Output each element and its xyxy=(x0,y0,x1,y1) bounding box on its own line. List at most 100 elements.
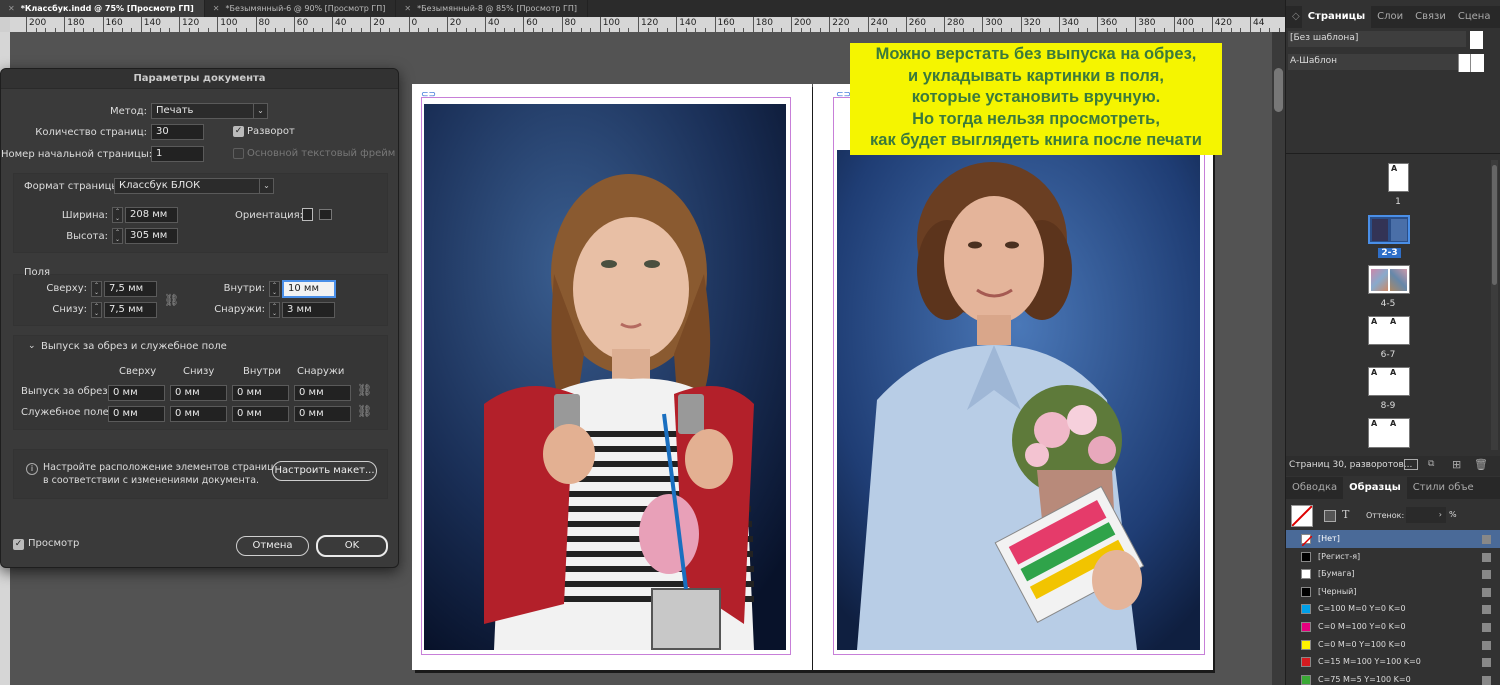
page-label-8-9[interactable]: 8-9 xyxy=(1368,401,1408,411)
slug-link-icon[interactable]: ⛓ xyxy=(357,404,372,418)
bleed-link-icon[interactable]: ⛓ xyxy=(357,383,372,397)
new-master-icon[interactable]: ⧉ xyxy=(1428,459,1434,469)
margin-top-stepper[interactable]: ⌃ ⌄ xyxy=(91,281,102,297)
link-icon[interactable]: ⊂⊃ xyxy=(421,90,436,100)
method-select[interactable]: Печать ⌄ xyxy=(151,103,268,119)
swatch-row[interactable]: [Регист-я] xyxy=(1286,548,1500,566)
text-format-icon[interactable]: T xyxy=(1342,508,1349,521)
swatch-row[interactable]: [Нет] xyxy=(1286,530,1500,548)
height-field[interactable]: 305 мм xyxy=(125,228,178,244)
height-stepper[interactable]: ⌃ ⌄ xyxy=(112,228,123,244)
tab-untitled-6[interactable]: ✕ *Безымянный-6 @ 90% [Просмотр ГП] xyxy=(205,0,397,17)
photo-woman-bouquet[interactable] xyxy=(837,150,1200,650)
ruler-tick xyxy=(485,17,486,32)
tab-swatches[interactable]: Образцы xyxy=(1343,477,1407,499)
swatch-row[interactable]: C=15 M=100 Y=100 K=0 xyxy=(1286,653,1500,671)
page-thumb-1[interactable]: A xyxy=(1388,163,1409,192)
page-thumb-6-7[interactable]: A A xyxy=(1368,316,1410,345)
bleed-inside-field[interactable]: 0 мм xyxy=(232,385,289,401)
page-label-2-3[interactable]: 2-3 xyxy=(1378,248,1401,258)
ruler-tick-label: 20 xyxy=(373,18,385,28)
horizontal-ruler[interactable]: 200 180 160 140 120 100 80 60 40 20 0 20 40 60 80 100 12… xyxy=(10,17,1285,32)
ruler-tick-label: 140 xyxy=(143,18,161,28)
ruler-tick-label: 200 xyxy=(794,18,812,28)
master-a-thumb[interactable] xyxy=(1458,54,1484,72)
master-none-thumb[interactable] xyxy=(1470,31,1483,49)
tab-pages[interactable]: Страницы xyxy=(1301,6,1372,28)
tab-stage[interactable]: Сцена xyxy=(1452,6,1497,28)
photo-girl-backpack[interactable] xyxy=(424,104,786,650)
bleed-bottom-field[interactable]: 0 мм xyxy=(170,385,227,401)
page-thumb-2-3[interactable] xyxy=(1368,215,1410,244)
close-tab-icon[interactable]: ✕ xyxy=(404,4,411,13)
page-label-6-7[interactable]: 6-7 xyxy=(1368,350,1408,360)
slug-top-field[interactable]: 0 мм xyxy=(108,406,165,422)
close-tab-icon[interactable]: ✕ xyxy=(8,4,15,13)
ok-button[interactable]: OK xyxy=(316,535,388,557)
bleed-top-field[interactable]: 0 мм xyxy=(108,385,165,401)
swatch-row[interactable]: [Бумага] xyxy=(1286,565,1500,583)
page-label-4-5[interactable]: 4-5 xyxy=(1368,299,1408,309)
link-icon[interactable]: ⊂⊃ xyxy=(836,90,851,100)
vertical-scrollbar[interactable] xyxy=(1272,32,1285,685)
fill-stroke-icon[interactable] xyxy=(1291,505,1313,527)
preview-checkbox[interactable]: ✓ xyxy=(13,539,24,550)
tab-stroke[interactable]: Обводка xyxy=(1286,477,1343,499)
bleed-section-toggle[interactable]: Выпуск за обрез и служебное поле xyxy=(41,341,227,352)
margin-bottom-field[interactable]: 7,5 мм xyxy=(104,302,157,318)
margin-link-icon[interactable]: ⛓ xyxy=(164,293,179,307)
adjust-layout-button[interactable]: Настроить макет... xyxy=(272,461,377,481)
ruler-tick xyxy=(752,17,754,32)
ruler-corner[interactable] xyxy=(0,17,10,32)
tint-arrow-icon[interactable]: › xyxy=(1406,507,1446,523)
page-thumb-10-11[interactable]: A A xyxy=(1368,418,1410,448)
margin-inside-field[interactable]: 10 мм xyxy=(282,280,336,298)
collapse-icon[interactable]: ◇ xyxy=(1286,6,1302,28)
slug-bottom-field[interactable]: 0 мм xyxy=(170,406,227,422)
tab-layers[interactable]: Слои xyxy=(1371,6,1409,28)
primary-text-frame-checkbox[interactable] xyxy=(233,148,244,159)
tab-untitled-8[interactable]: ✕ *Безымянный-8 @ 85% [Просмотр ГП] xyxy=(396,0,589,17)
swatch-row[interactable]: C=100 M=0 Y=0 K=0 xyxy=(1286,600,1500,618)
page-label-1[interactable]: 1 xyxy=(1378,197,1418,207)
container-icon[interactable] xyxy=(1324,510,1336,522)
close-tab-icon[interactable]: ✕ xyxy=(213,4,220,13)
swatch-row[interactable]: C=75 M=5 Y=100 K=0 xyxy=(1286,671,1500,685)
margin-outside-field[interactable]: 3 мм xyxy=(282,302,335,318)
tab-object-styles[interactable]: Стили объе xyxy=(1407,477,1480,499)
portrait-icon[interactable] xyxy=(302,208,313,221)
width-stepper[interactable]: ⌃ ⌄ xyxy=(112,207,123,223)
margins-label: Поля xyxy=(24,267,51,278)
margin-inside-stepper[interactable]: ⌃ ⌄ xyxy=(269,281,280,297)
margin-bottom-stepper[interactable]: ⌃ ⌄ xyxy=(91,302,102,318)
slug-inside-field[interactable]: 0 мм xyxy=(232,406,289,422)
chevron-down-icon[interactable]: ⌄ xyxy=(28,341,36,351)
swatch-row[interactable]: C=0 M=0 Y=100 K=0 xyxy=(1286,636,1500,654)
pages-scrollbar[interactable] xyxy=(1491,160,1498,450)
page-thumb-8-9[interactable]: A A xyxy=(1368,367,1410,396)
edit-page-size-icon[interactable] xyxy=(1404,459,1418,470)
start-page-field[interactable]: 1 xyxy=(151,146,204,162)
facing-pages-checkbox[interactable]: ✓ xyxy=(233,126,244,137)
scrollbar-thumb[interactable] xyxy=(1492,165,1497,285)
info-text-line2: в соответствии с изменениями документа. xyxy=(43,475,260,486)
width-field[interactable]: 208 мм xyxy=(125,207,178,223)
page-size-select[interactable]: Классбук БЛОК ⌄ xyxy=(114,178,274,194)
page-thumb-4-5[interactable] xyxy=(1368,265,1410,294)
bleed-outside-field[interactable]: 0 мм xyxy=(294,385,351,401)
slug-outside-field[interactable]: 0 мм xyxy=(294,406,351,422)
trash-icon[interactable]: 🗑 xyxy=(1474,458,1488,471)
margin-outside-stepper[interactable]: ⌃ ⌄ xyxy=(269,302,280,318)
tab-links[interactable]: Связи xyxy=(1409,6,1452,28)
master-none[interactable]: [Без шаблона] xyxy=(1288,31,1466,47)
margin-top-field[interactable]: 7,5 мм xyxy=(104,281,157,297)
new-page-icon[interactable]: ⊞ xyxy=(1452,458,1461,471)
master-a[interactable]: A-Шаблон xyxy=(1288,54,1466,70)
page-count-field[interactable]: 30 xyxy=(151,124,204,140)
tab-klassbuk[interactable]: ✕ *Классбук.indd @ 75% [Просмотр ГП] xyxy=(0,0,205,17)
scrollbar-thumb[interactable] xyxy=(1274,68,1283,112)
landscape-icon[interactable] xyxy=(319,209,332,220)
swatch-row[interactable]: C=0 M=100 Y=0 K=0 xyxy=(1286,618,1500,636)
swatch-row[interactable]: [Черный] xyxy=(1286,583,1500,601)
cancel-button[interactable]: Отмена xyxy=(236,536,309,556)
